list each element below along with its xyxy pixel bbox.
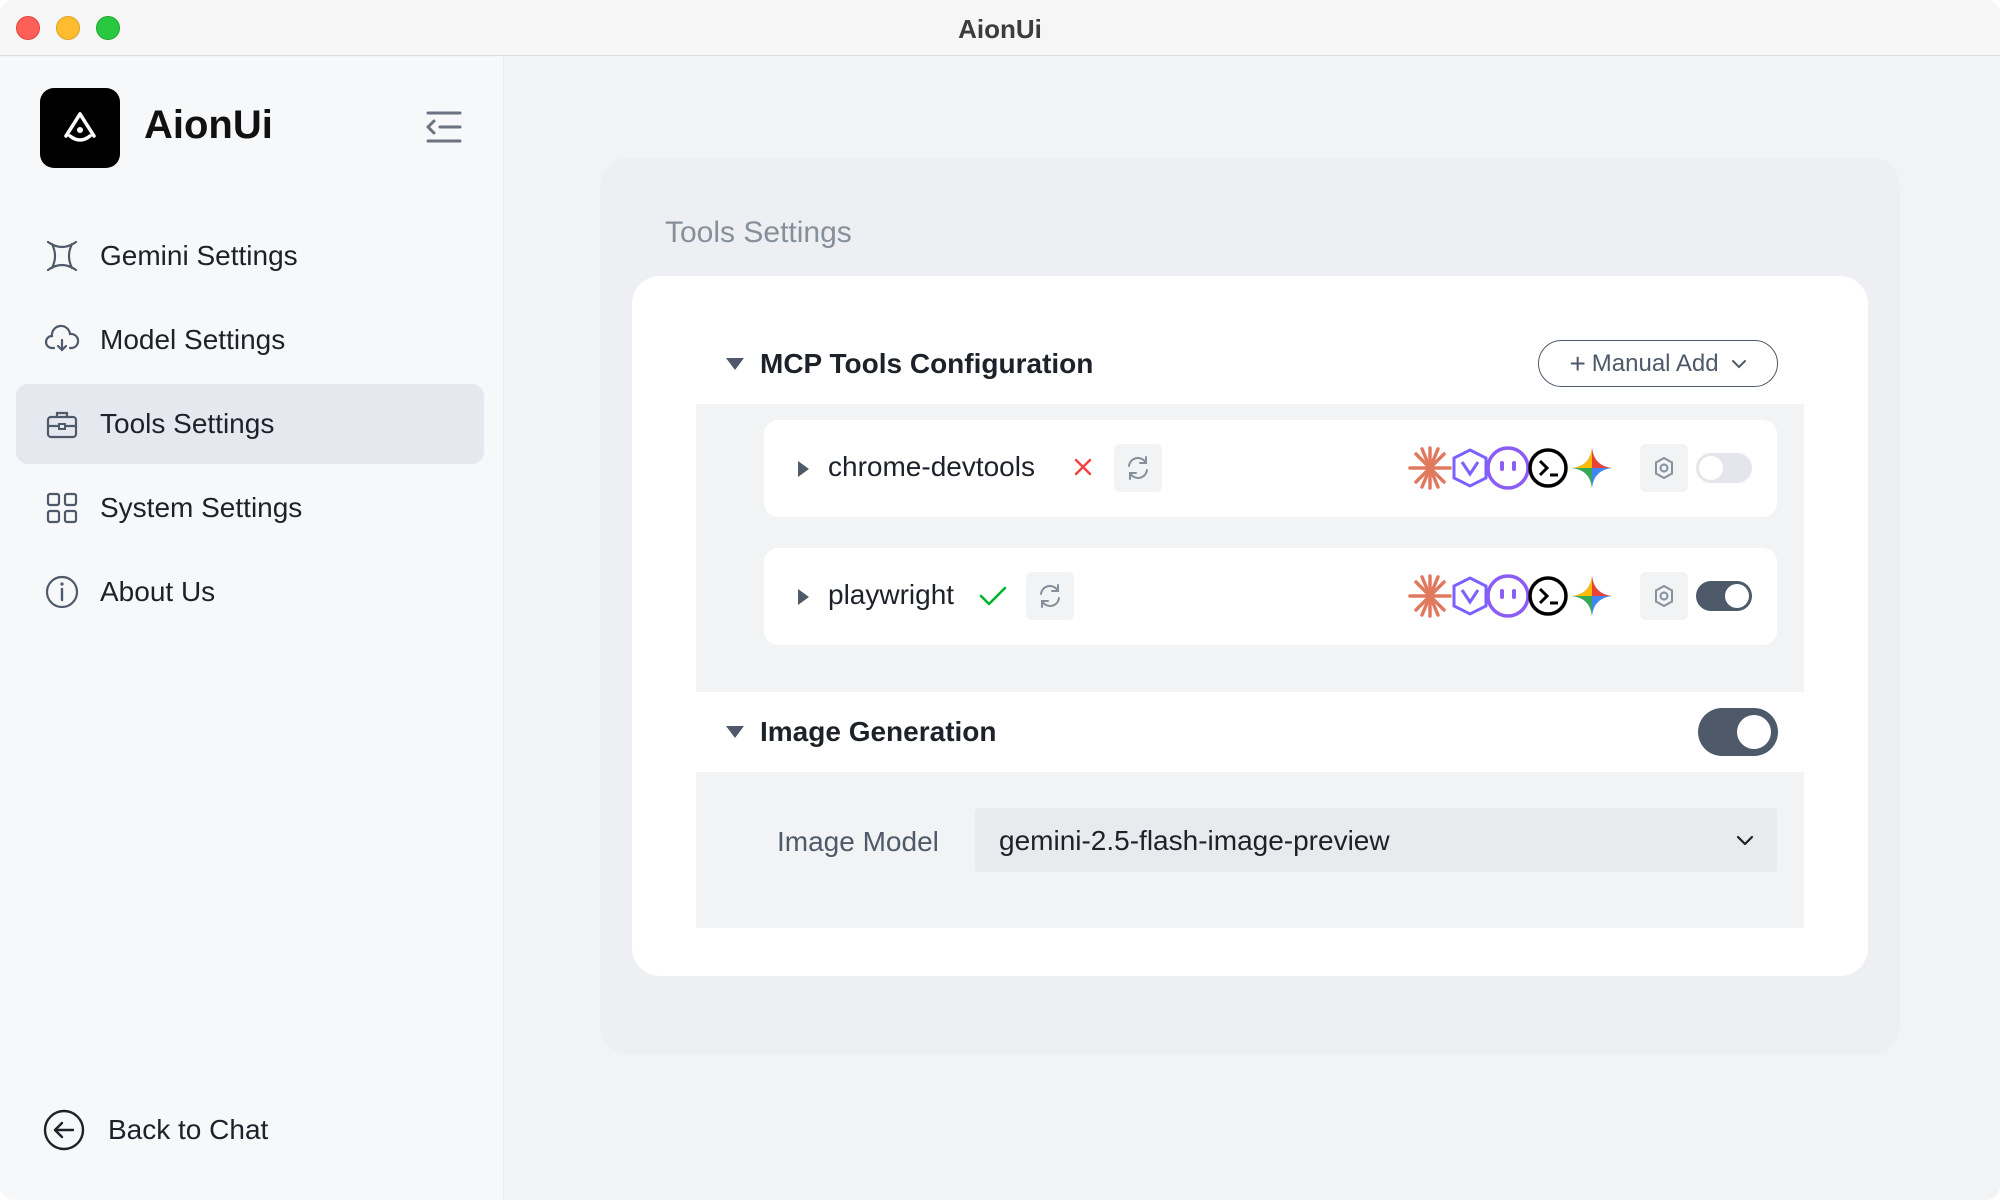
cloud-icon xyxy=(44,324,80,352)
tool-settings-button[interactable] xyxy=(1640,444,1688,492)
tool-settings-button[interactable] xyxy=(1640,572,1688,620)
window-title: AionUi xyxy=(958,14,1042,44)
sidebar-item-tools-settings[interactable]: Tools Settings xyxy=(16,384,484,464)
gemini-icon xyxy=(46,240,78,272)
qwen-icon xyxy=(1452,576,1488,616)
image-model-select[interactable]: gemini-2.5-flash-image-preview xyxy=(975,808,1777,872)
arrow-left-circle-icon xyxy=(43,1109,85,1151)
plus-icon: + xyxy=(1569,347,1586,379)
gear-icon xyxy=(1655,456,1673,480)
tool-row-playwright[interactable]: playwright xyxy=(764,548,1777,645)
chevron-down-icon xyxy=(1731,359,1746,368)
logo-icon xyxy=(64,112,96,142)
image-generation-group-header[interactable]: Image Generation xyxy=(726,716,997,748)
tool-row-chrome-devtools[interactable]: chrome-devtools xyxy=(764,420,1777,517)
refresh-button[interactable] xyxy=(1114,444,1162,492)
agent-icons-group xyxy=(1408,446,1612,490)
qwen-icon xyxy=(1452,448,1488,488)
app-window: AionUi AionUi Gemini Settings Model Sett… xyxy=(0,0,2000,1200)
codex-icon xyxy=(1486,574,1530,618)
expand-arrow-icon[interactable] xyxy=(798,461,809,477)
sidebar-item-gemini-settings[interactable]: Gemini Settings xyxy=(16,216,484,296)
tool-enable-toggle[interactable] xyxy=(1696,453,1752,483)
toggle-knob xyxy=(1725,584,1749,608)
toggle-knob xyxy=(1699,456,1723,480)
info-icon xyxy=(45,575,79,609)
app-logo xyxy=(40,88,120,168)
error-x-icon xyxy=(1074,458,1092,476)
sidebar-item-label: About Us xyxy=(100,576,216,607)
agent-icons-group xyxy=(1408,574,1612,618)
collapse-arrow-icon xyxy=(726,726,744,738)
gear-icon xyxy=(1655,584,1673,608)
toggle-knob xyxy=(1737,715,1771,749)
grid-icon xyxy=(46,492,78,524)
expand-arrow-icon[interactable] xyxy=(798,589,809,605)
app-name: AionUi xyxy=(144,103,273,147)
gemini-star-icon xyxy=(1572,448,1612,488)
image-model-value: gemini-2.5-flash-image-preview xyxy=(999,825,1390,856)
collapse-sidebar-icon[interactable] xyxy=(424,109,464,145)
sidebar-item-system-settings[interactable]: System Settings xyxy=(16,468,484,548)
tool-name: chrome-devtools xyxy=(828,451,1035,482)
sidebar-item-model-settings[interactable]: Model Settings xyxy=(16,300,484,380)
title-bar: AionUi xyxy=(0,0,2000,56)
sidebar: AionUi Gemini Settings Model Settings To… xyxy=(0,57,504,1200)
claude-icon xyxy=(1408,446,1452,490)
claude-icon xyxy=(1408,574,1452,618)
tool-enable-toggle[interactable] xyxy=(1696,581,1752,611)
refresh-icon xyxy=(1128,456,1148,480)
image-generation-toggle[interactable] xyxy=(1698,708,1778,756)
image-generation-title: Image Generation xyxy=(760,716,997,747)
back-to-chat-button[interactable]: Back to Chat xyxy=(40,1104,300,1156)
page-title: Tools Settings xyxy=(665,216,852,249)
sidebar-item-label: System Settings xyxy=(100,492,303,523)
terminal-icon xyxy=(1528,576,1568,616)
success-check-icon xyxy=(979,586,1007,606)
collapse-arrow-icon xyxy=(726,358,744,370)
sidebar-item-about-us[interactable]: About Us xyxy=(16,552,484,632)
mcp-group-header[interactable]: MCP Tools Configuration xyxy=(726,348,1093,380)
manual-add-label: Manual Add xyxy=(1591,349,1719,377)
mcp-group-title: MCP Tools Configuration xyxy=(760,348,1094,379)
back-to-chat-label: Back to Chat xyxy=(108,1114,269,1145)
image-model-label: Image Model xyxy=(777,826,939,857)
sidebar-item-label: Gemini Settings xyxy=(100,240,298,271)
sidebar-item-label: Tools Settings xyxy=(100,408,275,439)
tool-name: playwright xyxy=(828,579,955,610)
terminal-icon xyxy=(1528,448,1568,488)
codex-icon xyxy=(1486,446,1530,490)
sidebar-item-label: Model Settings xyxy=(100,324,286,355)
manual-add-button[interactable]: + Manual Add xyxy=(1538,340,1778,387)
gemini-star-icon xyxy=(1572,576,1612,616)
chevron-down-icon xyxy=(1736,835,1754,846)
refresh-button[interactable] xyxy=(1026,572,1074,620)
refresh-icon xyxy=(1040,584,1060,608)
toolbox-icon xyxy=(46,411,78,439)
